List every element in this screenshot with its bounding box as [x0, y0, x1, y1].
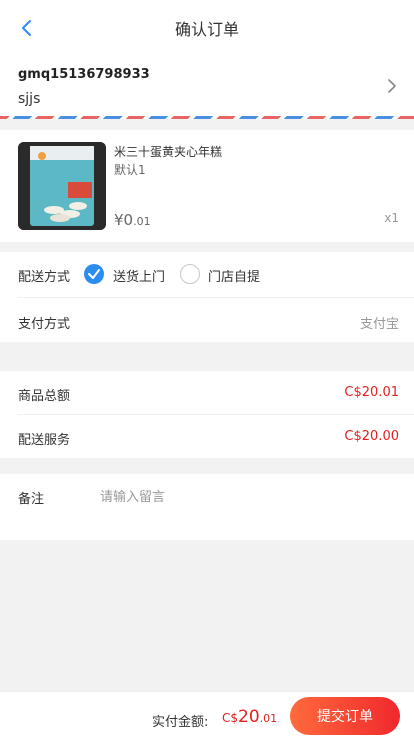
note-section: 备注: [0, 474, 414, 540]
shipping-label: 配送服务: [18, 433, 71, 448]
envelope-stripe: [0, 116, 414, 119]
divider: [18, 297, 414, 298]
product-spec: 默认1: [114, 163, 146, 177]
product-item: 米三十蛋黄夹心年糕 默认1 ¥0.01 x1: [0, 130, 414, 242]
product-image: [18, 142, 106, 230]
product-name: 米三十蛋黄夹心年糕: [114, 145, 223, 159]
address-detail: sjjs: [18, 91, 41, 107]
chevron-right-icon: [388, 79, 396, 93]
total-label: 实付金额:: [152, 715, 209, 730]
product-price: ¥0.01: [114, 210, 151, 229]
total-amount: C$20.01: [222, 707, 277, 727]
product-quantity: x1: [384, 211, 399, 225]
goods-total-label: 商品总额: [18, 389, 71, 404]
delivery-option-pickup[interactable]: 门店自提: [208, 266, 260, 285]
payment-value[interactable]: 支付宝: [360, 313, 399, 332]
goods-total-value: C$20.01: [344, 385, 399, 400]
divider: [18, 414, 414, 415]
price-decimal: .01: [133, 215, 151, 228]
bottom-bar: 实付金额: C$20.01 提交订单: [0, 691, 414, 741]
delivery-label: 配送方式: [18, 270, 71, 285]
delivery-payment-section: 配送方式 送货上门 门店自提 支付方式 支付宝: [0, 252, 414, 342]
shipping-value: C$20.00: [344, 429, 399, 444]
radio-unchecked-icon[interactable]: [180, 264, 200, 284]
note-label: 备注: [18, 492, 45, 507]
page-title: 确认订单: [174, 20, 239, 39]
address-card[interactable]: gmq15136798933 sjjs: [0, 56, 414, 118]
submit-order-button[interactable]: 提交订单: [290, 697, 400, 735]
header-bar: 确认订单: [0, 0, 414, 56]
note-input[interactable]: [100, 486, 390, 508]
price-integer: 0: [123, 211, 134, 229]
total-decimal: .01: [259, 712, 278, 725]
radio-checked-icon[interactable]: [84, 264, 104, 284]
delivery-option-home[interactable]: 送货上门: [113, 266, 165, 285]
address-name: gmq15136798933: [18, 67, 150, 82]
price-currency: ¥: [114, 211, 124, 229]
payment-label: 支付方式: [18, 317, 71, 332]
total-integer: 20: [238, 707, 260, 727]
totals-section: 商品总额 C$20.01 配送服务 C$20.00: [0, 371, 414, 458]
total-currency: C$: [222, 711, 239, 725]
